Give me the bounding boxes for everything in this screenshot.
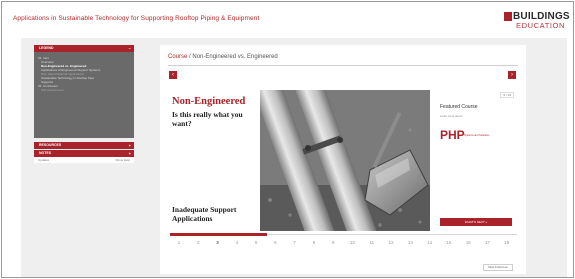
page-number-button[interactable]: 18 — [502, 239, 512, 247]
resources-label: RESOURCES — [39, 143, 62, 147]
whats-next-button[interactable]: WHAT'S NEXT » — [440, 218, 512, 226]
slide-question: Is this really what you want? — [172, 110, 243, 128]
featured-course-subtitle: Learn more about — [440, 114, 463, 118]
page-number-button[interactable]: 3 — [213, 239, 223, 247]
page-number-button[interactable]: 17 — [483, 239, 493, 247]
featured-course-title: Featured Course — [440, 104, 478, 110]
slide-title: Non-Engineered — [172, 96, 246, 107]
course-title: Applications in Sustainable Technology f… — [13, 15, 260, 22]
breadcrumb-page: Non-Engineered vs. Engineered — [192, 54, 278, 60]
page-number-button[interactable]: 11 — [367, 239, 377, 247]
expand-icon[interactable]: + — [129, 150, 131, 157]
legend-item[interactable]: Self-Assessment — [38, 88, 130, 92]
slide-pagination: 1 2 3 4 5 6 7 8 9 10 11 12 13 14 15 16 17 18 — [168, 239, 518, 247]
sidebar: LEGEND − 01. Intro Overview Non-Engineered… — [34, 45, 134, 163]
resources-header[interactable]: RESOURCES + — [34, 142, 134, 149]
page-number-button[interactable]: 15 — [444, 239, 454, 247]
slide-text-column: Non-Engineered Is this really what you w… — [172, 92, 262, 230]
page-number-button[interactable]: 6 — [270, 239, 280, 247]
page-number-button[interactable]: 2 — [193, 239, 203, 247]
legend-list: 01. Intro Overview Non-Engineered vs. Engi… — [34, 52, 134, 138]
page-number-button[interactable]: 8 — [309, 239, 319, 247]
previous-slide-button[interactable]: ‹ — [169, 71, 177, 79]
page-number-button[interactable]: 13 — [405, 239, 415, 247]
php-logo-text: PHP — [440, 128, 465, 142]
php-logo-subtext: Systems and Solutions — [464, 134, 490, 137]
php-logo[interactable]: PHP Systems and Solutions — [440, 126, 489, 144]
notes-header[interactable]: NOTES + — [34, 150, 134, 157]
notes-label: NOTES — [39, 151, 52, 155]
featured-course-panel: 5 / 18 Featured Course Learn more about … — [432, 90, 517, 231]
page-number-button[interactable]: 9 — [328, 239, 338, 247]
logo-mark-icon — [504, 12, 512, 21]
chevron-right-icon: › — [511, 72, 513, 78]
fullscreen-button[interactable]: Slide Fullscreen — [483, 264, 513, 271]
page-number-button[interactable]: 14 — [425, 239, 435, 247]
page-number-button[interactable]: 1 — [174, 239, 184, 247]
page-number-button[interactable]: 4 — [232, 239, 242, 247]
collapse-icon[interactable]: − — [129, 45, 131, 52]
page-number-button[interactable]: 12 — [386, 239, 396, 247]
expand-icon[interactable]: + — [129, 142, 131, 149]
help-link[interactable]: Show Help — [115, 157, 130, 163]
logo-text-education: EDUCATION — [516, 21, 566, 30]
main-panel: Course / Non-Engineered vs. Engineered ‹… — [160, 45, 526, 274]
page-number-button[interactable]: 16 — [463, 239, 473, 247]
slide-page-indicator: 5 / 18 — [500, 92, 514, 98]
page-number-button[interactable]: 5 — [251, 239, 261, 247]
legend-label: LEGEND — [39, 46, 54, 50]
chevron-left-icon: ‹ — [172, 72, 174, 78]
divider — [168, 65, 518, 66]
page-number-button[interactable]: 7 — [290, 239, 300, 247]
page-number-button[interactable]: 10 — [348, 239, 358, 247]
slide-content: Non-Engineered Is this really what you w… — [170, 89, 517, 232]
pipe-photo-illustration — [260, 90, 430, 231]
legend-header[interactable]: LEGEND − — [34, 45, 134, 52]
breadcrumb: Course / Non-Engineered vs. Engineered — [168, 54, 278, 60]
breadcrumb-course[interactable]: Course — [168, 54, 187, 60]
rooftop-pipe-photo — [260, 90, 430, 231]
buildings-education-logo: BUILDINGS EDUCATION — [500, 10, 570, 32]
slide-subtitle: Inadequate Support Applications — [172, 205, 237, 223]
next-slide-button[interactable]: › — [508, 71, 516, 79]
progress-bar — [170, 233, 268, 236]
updates-link[interactable]: Updates — [38, 158, 49, 162]
sidebar-footer: Updates Show Help — [34, 157, 134, 163]
